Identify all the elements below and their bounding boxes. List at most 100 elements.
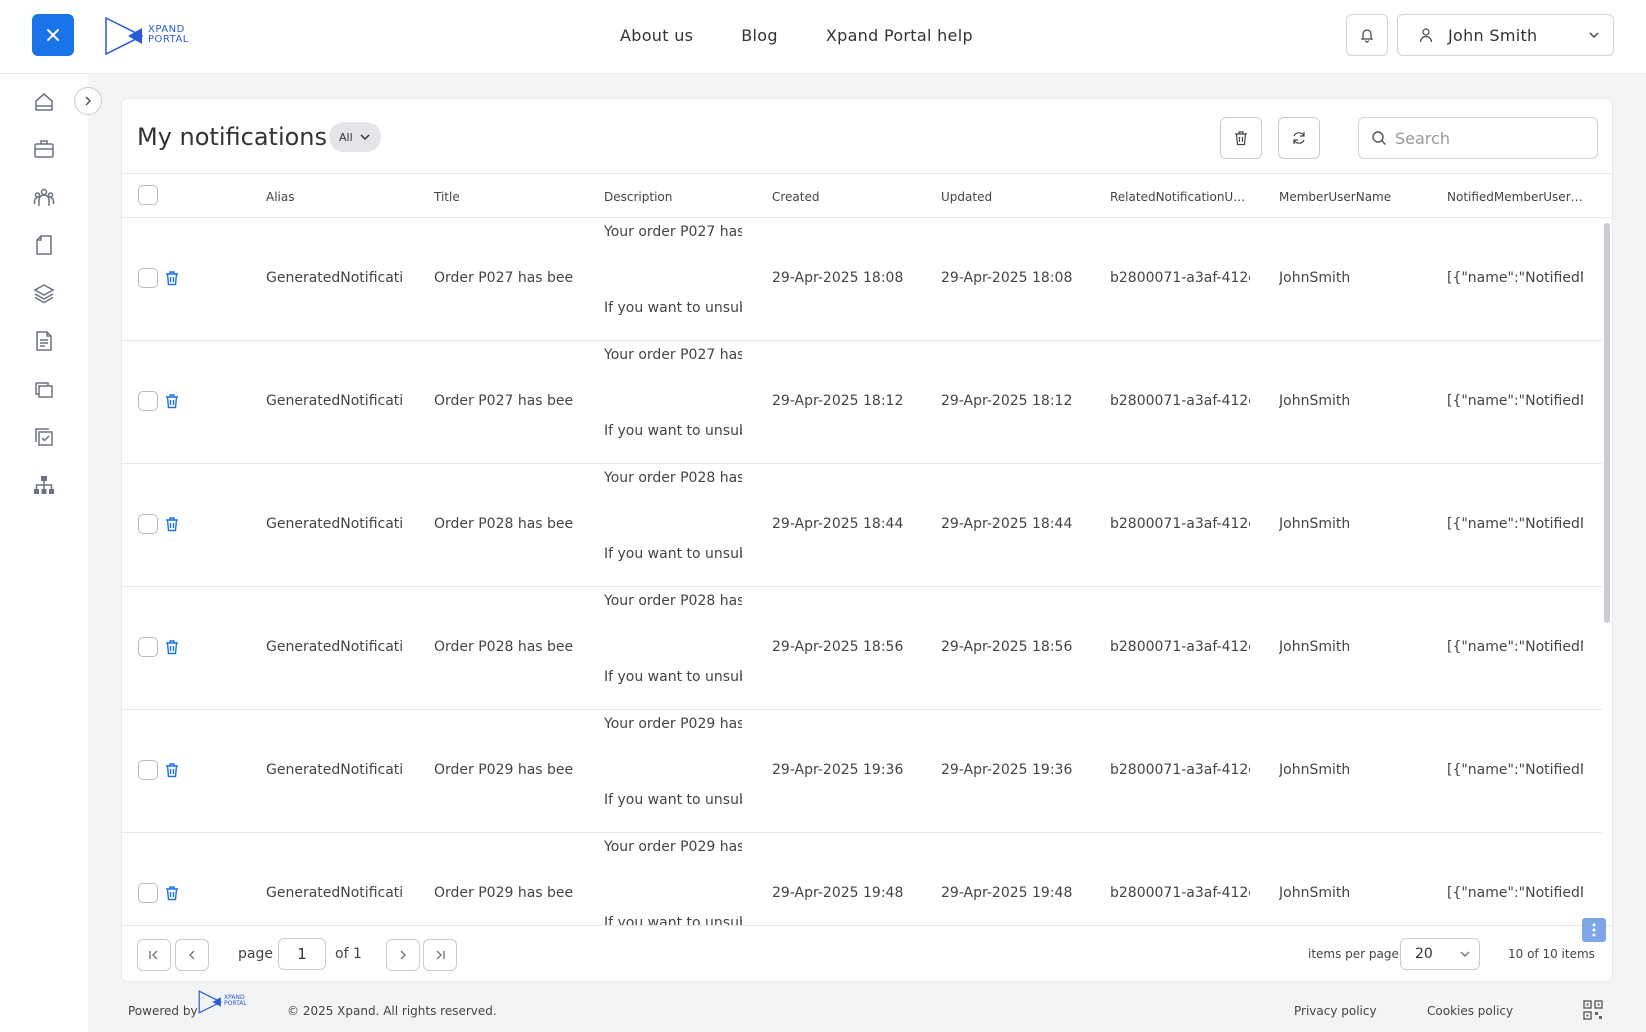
chevron-right-icon [85, 96, 92, 106]
column-header-alias[interactable]: Alias [266, 190, 406, 204]
column-header-updated[interactable]: Updated [941, 190, 1081, 204]
cell-created: 29-Apr-2025 18:56 [772, 639, 904, 655]
logo-text-line2: PORTAL [148, 34, 189, 45]
cell-notified: [{"name":"NotifiedMem [1447, 393, 1583, 409]
row-checkbox[interactable] [138, 883, 158, 903]
page-number-input[interactable] [278, 938, 326, 970]
cookies-policy-link[interactable]: Cookies policy [1427, 1004, 1513, 1018]
column-header-title[interactable]: Title [434, 190, 574, 204]
trash-icon[interactable] [164, 885, 180, 901]
cell-created: 29-Apr-2025 18:12 [772, 393, 904, 409]
footer-xpand-logo[interactable]: XPAND PORTAL [198, 990, 258, 1014]
cell-description-line1: Your order P028 has [604, 593, 742, 609]
cell-member: JohnSmith [1279, 762, 1351, 778]
top-nav: About us Blog Xpand Portal help [620, 26, 973, 45]
last-page-button[interactable] [423, 939, 457, 971]
notifications-button[interactable] [1346, 14, 1388, 56]
cell-alias: GeneratedNotificatio [266, 762, 402, 778]
items-per-page-label: items per page [1308, 947, 1399, 961]
table-row[interactable]: GeneratedNotificatio Order P029 has been… [122, 833, 1602, 925]
user-menu-button[interactable]: John Smith [1397, 14, 1614, 56]
refresh-button[interactable] [1278, 117, 1320, 159]
kebab-menu-icon [1592, 923, 1596, 937]
close-menu-button[interactable] [32, 14, 74, 56]
footer-logo-text-line2: PORTAL [224, 1000, 247, 1007]
folders-icon[interactable] [32, 377, 56, 401]
cell-created: 29-Apr-2025 19:36 [772, 762, 904, 778]
row-checkbox[interactable] [138, 637, 158, 657]
copyright-text: © 2025 Xpand. All rights reserved. [287, 1004, 497, 1018]
first-page-icon [149, 950, 158, 960]
delete-button[interactable] [1220, 117, 1262, 159]
column-header-related-notification[interactable]: RelatedNotificationUni... [1110, 190, 1250, 204]
previous-page-button[interactable] [175, 939, 209, 971]
nav-portal-help[interactable]: Xpand Portal help [826, 26, 973, 45]
trash-icon[interactable] [164, 639, 180, 655]
briefcase-icon[interactable] [32, 137, 56, 161]
nav-blog[interactable]: Blog [741, 26, 778, 45]
row-checkbox[interactable] [138, 760, 158, 780]
cell-related: b2800071-a3af-412e [1110, 270, 1250, 286]
column-header-created[interactable]: Created [772, 190, 912, 204]
table-row[interactable]: GeneratedNotificatio Order P028 has been… [122, 464, 1602, 587]
cell-member: JohnSmith [1279, 885, 1351, 901]
table-row[interactable]: GeneratedNotificatio Order P028 has been… [122, 587, 1602, 710]
hierarchy-icon[interactable] [32, 473, 56, 497]
cell-related: b2800071-a3af-412e [1110, 516, 1250, 532]
cell-description-line1: Your order P029 has [604, 839, 742, 855]
filter-dropdown[interactable]: All [329, 122, 381, 152]
qr-code-icon[interactable] [1583, 1000, 1603, 1020]
team-icon[interactable] [32, 185, 56, 209]
cell-member: JohnSmith [1279, 270, 1351, 286]
table-row[interactable]: GeneratedNotificatio Order P027 has been… [122, 218, 1602, 341]
column-header-notified-member[interactable]: NotifiedMemberUserNa... [1447, 190, 1587, 204]
filter-label: All [339, 130, 353, 144]
footer-logo-text: XPAND PORTAL [224, 995, 247, 1007]
column-header-member-username[interactable]: MemberUserName [1279, 190, 1419, 204]
cell-title: Order P029 has been [434, 885, 574, 901]
row-checkbox[interactable] [138, 514, 158, 534]
layers-icon[interactable] [32, 281, 56, 305]
sidebar-expand-button[interactable] [74, 87, 102, 115]
table-row[interactable]: GeneratedNotificatio Order P029 has been… [122, 710, 1602, 833]
table-row[interactable]: GeneratedNotificatio Order P027 has been… [122, 341, 1602, 464]
row-checkbox[interactable] [138, 391, 158, 411]
cell-created: 29-Apr-2025 18:08 [772, 270, 904, 286]
cell-notified: [{"name":"NotifiedMem [1447, 639, 1583, 655]
cell-related: b2800071-a3af-412e [1110, 885, 1250, 901]
cell-related: b2800071-a3af-412e [1110, 639, 1250, 655]
next-page-button[interactable] [386, 939, 420, 971]
page-total-label: of 1 [335, 946, 362, 962]
user-icon [1419, 28, 1433, 43]
row-checkbox[interactable] [138, 268, 158, 288]
checklist-icon[interactable] [32, 425, 56, 449]
xpand-portal-logo[interactable]: XPAND PORTAL [104, 16, 204, 56]
select-all-checkbox[interactable] [138, 185, 158, 205]
trash-icon[interactable] [164, 762, 180, 778]
column-options-button[interactable] [1582, 918, 1606, 942]
trash-icon[interactable] [164, 393, 180, 409]
page-title: My notifications [137, 123, 328, 151]
table-header: Alias Title Description Created Updated … [122, 173, 1612, 218]
page-label: page [238, 946, 273, 962]
cell-description-line1: Your order P029 has [604, 716, 742, 732]
nav-about-us[interactable]: About us [620, 26, 693, 45]
logo-text: XPAND PORTAL [148, 25, 189, 45]
cell-updated: 29-Apr-2025 18:08 [941, 270, 1073, 286]
privacy-policy-link[interactable]: Privacy policy [1294, 1004, 1377, 1018]
search-box [1358, 117, 1598, 159]
table-scrollbar[interactable] [1604, 223, 1610, 623]
close-icon [47, 29, 59, 41]
column-header-description[interactable]: Description [604, 190, 744, 204]
items-per-page-select[interactable]: 20 [1400, 938, 1480, 970]
cell-title: Order P029 has been [434, 762, 574, 778]
document-icon[interactable] [32, 233, 56, 257]
trash-icon[interactable] [164, 270, 180, 286]
home-icon[interactable] [32, 90, 56, 114]
search-input[interactable] [1395, 128, 1575, 148]
first-page-button[interactable] [137, 939, 171, 971]
trash-icon[interactable] [164, 516, 180, 532]
report-icon[interactable] [32, 329, 56, 353]
cell-description-line1: Your order P027 has b [604, 347, 742, 363]
cell-member: JohnSmith [1279, 516, 1351, 532]
